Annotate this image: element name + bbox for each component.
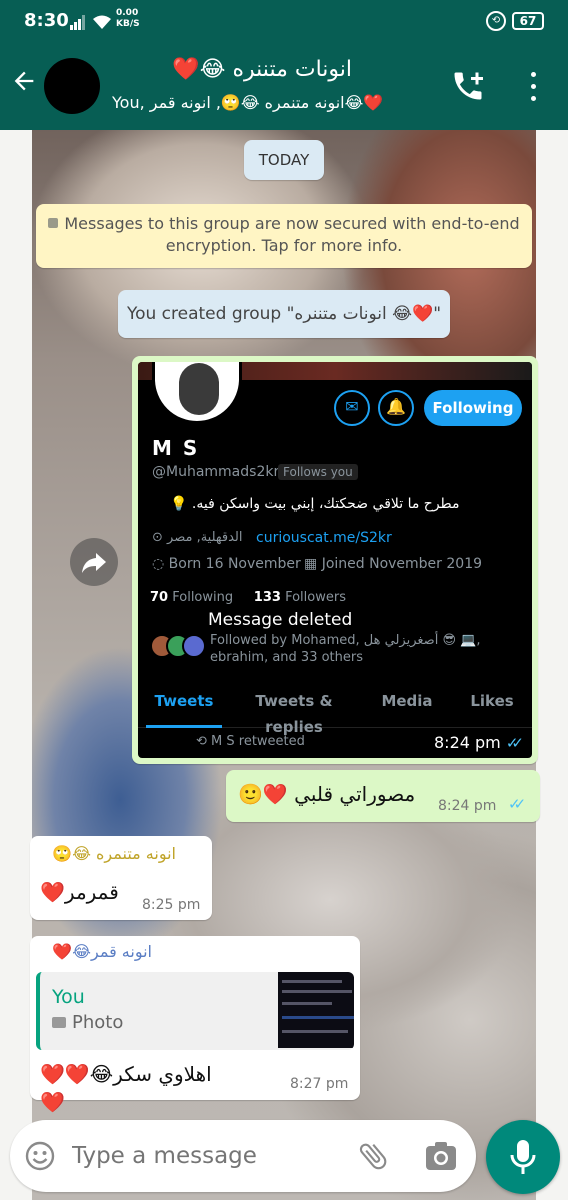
profile-bio: مطرح ما تلاقي ضحكتك، إبني بيت واسكن فيه.… — [170, 496, 460, 512]
image-message-time-text: 8:24 pm — [434, 733, 501, 752]
message-text: مصوراتي قلبي ❤️🙂 — [238, 782, 416, 806]
mic-icon — [508, 1138, 538, 1176]
profile-born-text: Born 16 November — [168, 556, 301, 572]
arrow-left-icon[interactable] — [10, 64, 38, 104]
group-avatar[interactable] — [44, 58, 100, 114]
network-speed-unit: KB/S — [116, 19, 140, 29]
location-icon: ⊙ — [152, 530, 168, 545]
quote-type-text: Photo — [72, 1012, 124, 1033]
rotation-lock-icon: ⟲ — [486, 11, 506, 31]
following-label: Following — [172, 590, 234, 605]
wifi-icon — [92, 14, 112, 34]
image-message-time: 8:24 pm ✓✓ — [434, 733, 524, 752]
incoming-message[interactable]: انونه متنمره 😂🙄 قمرمر❤️ 8:25 pm — [30, 836, 212, 920]
quote-author: You — [52, 986, 85, 1008]
group-created-notice: You created group "انونات متننره 😂❤️" — [118, 290, 450, 338]
message-icon: ✉ — [334, 390, 370, 426]
follows-you-badge: Follows you — [278, 464, 358, 480]
mic-button[interactable] — [486, 1120, 560, 1194]
profile-name: M S — [152, 436, 200, 460]
message-input[interactable] — [72, 1136, 342, 1176]
incoming-reply-message[interactable]: انونه قمر😂❤️ You Photo اهلاوي سكر😂❤️❤️❤️… — [30, 936, 360, 1114]
retweet-icon: ⟲ — [196, 734, 212, 749]
outgoing-message[interactable]: مصوراتي قلبي ❤️🙂 8:24 pm ✓✓ — [226, 770, 540, 822]
sender-name: انونه متنمره 😂🙄 — [52, 844, 176, 863]
followed-by-avatars — [150, 634, 208, 660]
add-call-icon[interactable] — [450, 68, 486, 104]
forward-icon[interactable] — [70, 538, 118, 586]
more-vert-icon[interactable] — [528, 70, 538, 104]
retweet-line: ⟲ M S retweeted — [196, 734, 305, 749]
profile-joined: ▦ Joined November 2019 — [304, 556, 482, 572]
lock-icon — [48, 218, 59, 228]
message-time: 8:25 pm — [142, 897, 201, 913]
followed-by-text: Followed by Mohamed, أصغريزلي هل 😎 💻, eb… — [210, 633, 481, 665]
group-title[interactable]: انونات متننره 😂❤️ — [112, 56, 352, 84]
profile-link: curiouscat.me/S2kr — [256, 530, 392, 546]
wallpaper-edge-left — [0, 130, 32, 1200]
network-speed: 0.00 KB/S — [116, 8, 140, 30]
follow-counts: 70 Following 133 Followers — [150, 590, 346, 605]
quote-thumbnail — [278, 972, 354, 1048]
followers-label: Followers — [285, 590, 346, 605]
encryption-notice[interactable]: Messages to this group are now secured w… — [36, 204, 532, 268]
tab-tweets-replies: Tweets & replies — [255, 692, 333, 736]
chat-header: انونات متننره 😂❤️ You, انونه متنمره 😂🙄, … — [0, 44, 568, 130]
bell-icon: 🔔 — [378, 390, 414, 426]
followers-count: 133 — [253, 590, 281, 605]
profile-joined-text: Joined November 2019 — [321, 556, 483, 572]
message-time: 8:27 pm — [290, 1076, 349, 1092]
profile-location: ⊙ الدقهلية, مصر — [152, 530, 243, 545]
profile-handle: @Muhammads2kr — [152, 464, 280, 480]
camera-small-icon — [52, 1017, 66, 1028]
retweet-line-text: M S retweeted — [211, 734, 305, 749]
signal-icon — [70, 14, 88, 30]
message-text: اهلاوي سكر😂❤️❤️❤️ — [40, 1062, 212, 1114]
quote-type: Photo — [52, 1012, 123, 1033]
group-members[interactable]: You, انونه متنمره 😂🙄, انونه قمر😂❤️ — [112, 92, 422, 114]
tab-tweets: Tweets — [146, 688, 222, 728]
tab-media: Media — [381, 692, 433, 710]
profile-tabs: Tweets Tweets & replies Media Likes — [138, 688, 532, 736]
profile-born: ◌ Born 16 November — [152, 556, 301, 572]
following-count: 70 — [150, 590, 169, 605]
profile-avatar — [152, 362, 242, 424]
calendar-icon: ▦ — [304, 556, 322, 572]
message-deleted-overlay: Message deleted — [208, 610, 353, 630]
balloon-icon: ◌ — [152, 556, 169, 572]
following-button: Following — [424, 390, 522, 426]
network-speed-value: 0.00 — [116, 8, 139, 18]
read-receipt-icon: ✓✓ — [505, 734, 524, 752]
sender-name: انونه قمر😂❤️ — [52, 942, 152, 961]
message-composer — [10, 1120, 476, 1192]
emoji-icon[interactable] — [24, 1140, 56, 1172]
twitter-profile-screenshot[interactable]: ✉ 🔔 Following M S @Muhammads2kr Follows … — [138, 362, 532, 758]
date-chip: TODAY — [244, 140, 324, 180]
read-receipt-icon: ✓✓ — [508, 795, 526, 813]
status-time: 8:30 — [24, 10, 69, 31]
camera-icon[interactable] — [424, 1140, 458, 1172]
quoted-message[interactable]: You Photo — [36, 972, 354, 1050]
message-time: 8:24 pm — [438, 798, 497, 814]
status-bar: 8:30 0.00 KB/S ⟲ 67 — [0, 0, 568, 44]
tab-likes: Likes — [470, 692, 514, 710]
wallpaper-edge-right — [536, 130, 568, 1200]
profile-location-text: الدقهلية, مصر — [167, 530, 243, 545]
encryption-notice-text: Messages to this group are now secured w… — [64, 214, 520, 255]
battery-indicator: 67 — [512, 12, 544, 30]
paperclip-icon[interactable] — [356, 1138, 390, 1174]
message-text: قمرمر❤️ — [40, 880, 119, 904]
